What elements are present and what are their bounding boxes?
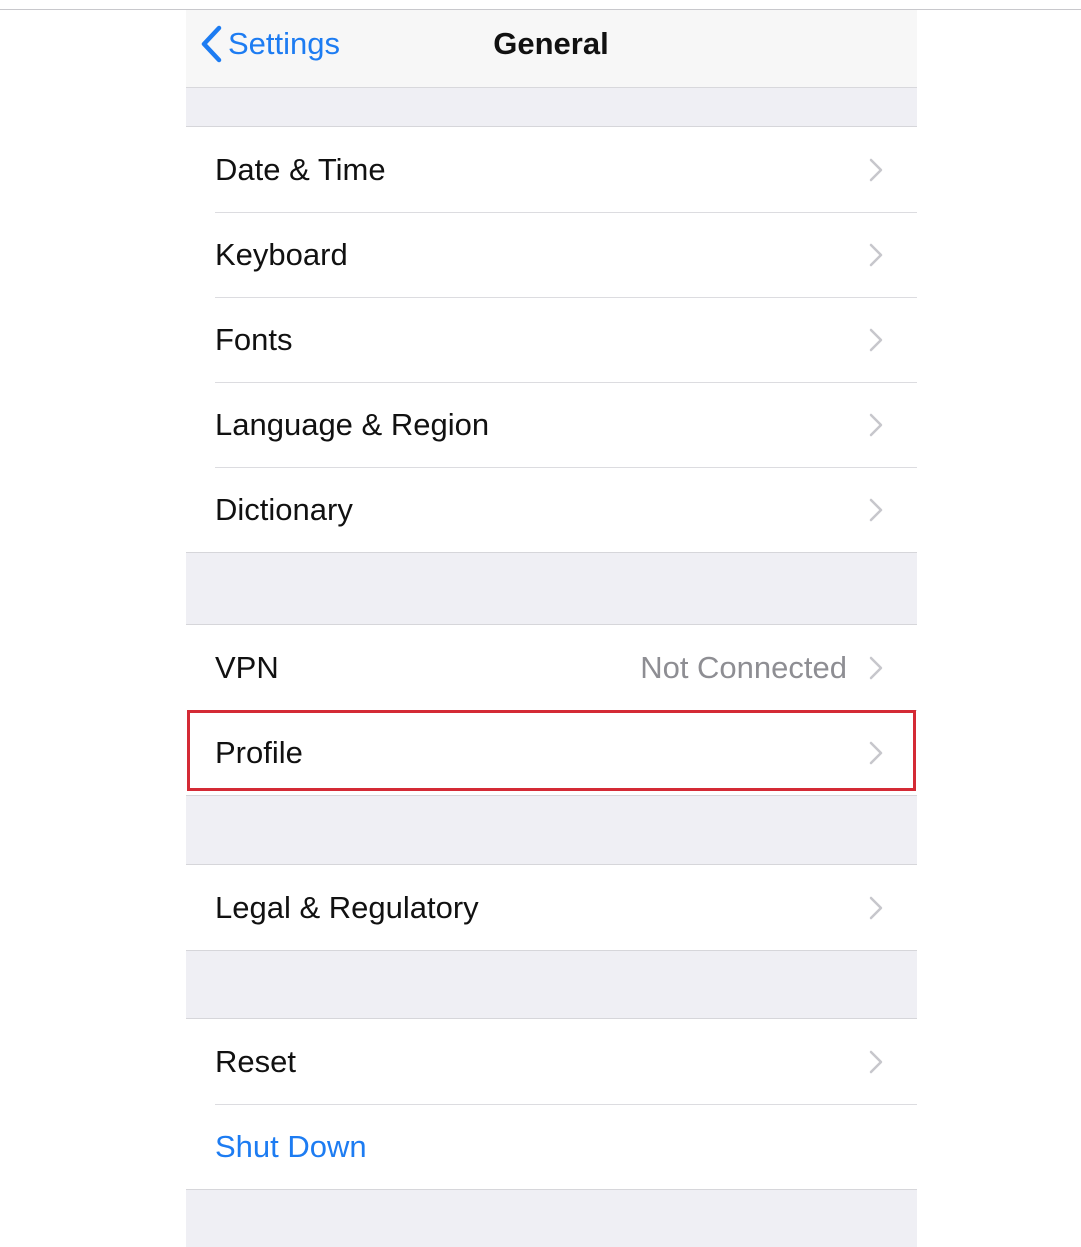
list-item-keyboard[interactable]: Keyboard: [186, 212, 917, 297]
list-item-label: Date & Time: [215, 151, 386, 187]
navigation-bar: Settings General: [186, 10, 917, 88]
list-item-date-time[interactable]: Date & Time: [186, 127, 917, 212]
settings-screen: Settings General Date & Time Keyboard Fo…: [186, 10, 917, 1247]
list-item-vpn[interactable]: VPN Not Connected: [186, 625, 917, 710]
shut-down-button[interactable]: Shut Down: [186, 1104, 917, 1189]
chevron-right-icon: [869, 413, 883, 436]
settings-group-network: VPN Not Connected Profile: [186, 624, 917, 796]
list-item-label: Fonts: [215, 321, 293, 357]
list-item-label: Language & Region: [215, 406, 490, 442]
list-item-label: Keyboard: [215, 236, 348, 272]
chevron-right-icon: [869, 741, 883, 764]
settings-group-legal: Legal & Regulatory: [186, 864, 917, 951]
chevron-right-icon: [869, 656, 883, 679]
back-button-label: Settings: [228, 26, 341, 61]
chevron-right-icon: [869, 498, 883, 521]
list-item-language-region[interactable]: Language & Region: [186, 382, 917, 467]
chevron-right-icon: [869, 158, 883, 181]
chevron-right-icon: [869, 1050, 883, 1073]
list-item-label: Reset: [215, 1043, 296, 1079]
chevron-right-icon: [869, 896, 883, 919]
shut-down-label: Shut Down: [215, 1128, 367, 1164]
list-item-label: Profile: [215, 734, 303, 770]
vpn-status-value: Not Connected: [640, 649, 847, 685]
list-item-label: Legal & Regulatory: [215, 889, 479, 925]
chevron-left-icon: [201, 25, 222, 63]
list-item-dictionary[interactable]: Dictionary: [186, 467, 917, 552]
chevron-right-icon: [869, 328, 883, 351]
list-item-label: VPN: [215, 649, 279, 685]
settings-group-general: Date & Time Keyboard Fonts Language & Re…: [186, 126, 917, 553]
page-title: General: [493, 26, 609, 61]
list-item-reset[interactable]: Reset: [186, 1019, 917, 1104]
list-item-fonts[interactable]: Fonts: [186, 297, 917, 382]
list-item-label: Dictionary: [215, 491, 353, 527]
settings-group-system: Reset Shut Down: [186, 1018, 917, 1190]
chevron-right-icon: [869, 243, 883, 266]
list-item-profile[interactable]: Profile: [186, 710, 917, 795]
back-button[interactable]: Settings: [200, 22, 340, 66]
list-item-legal-regulatory[interactable]: Legal & Regulatory: [186, 865, 917, 950]
